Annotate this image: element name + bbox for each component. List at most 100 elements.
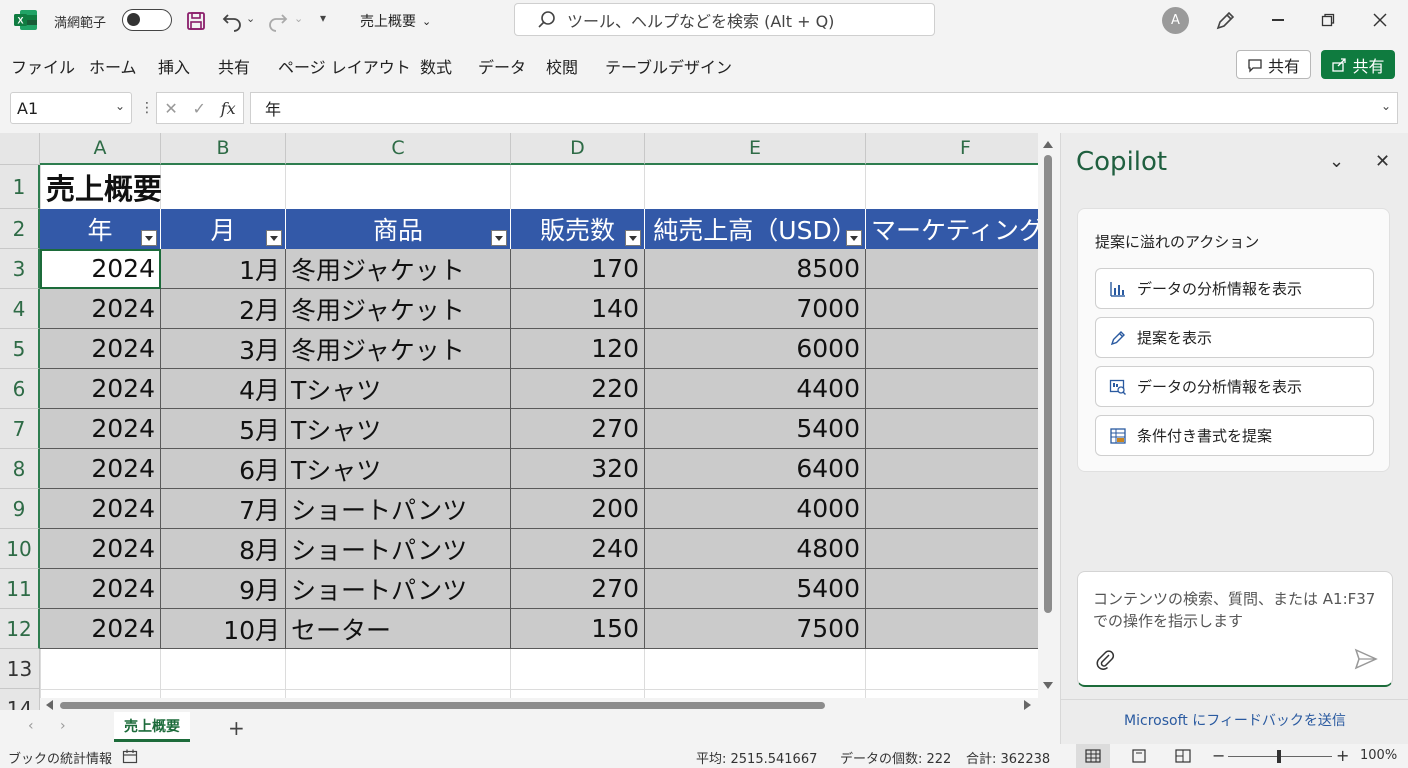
scroll-down-icon[interactable]: [1043, 682, 1053, 689]
column-header[interactable]: C: [286, 133, 511, 165]
column-header[interactable]: A: [40, 133, 161, 165]
filter-dropdown-icon[interactable]: [846, 230, 862, 246]
table-cell[interactable]: 240: [511, 529, 645, 569]
row-header[interactable]: 6: [0, 369, 40, 409]
row-header[interactable]: 4: [0, 289, 40, 329]
table-cell[interactable]: 冬用ジャケット: [286, 249, 511, 289]
confirm-icon[interactable]: ✓: [193, 99, 206, 118]
suggestion-show-insights-2[interactable]: データの分析情報を表示: [1095, 366, 1374, 407]
zoom-in-icon[interactable]: +: [1336, 746, 1349, 765]
table-cell[interactable]: [866, 609, 1038, 649]
table-cell[interactable]: 140: [511, 289, 645, 329]
menu-insert[interactable]: 挿入: [158, 54, 190, 78]
table-cell[interactable]: 2024: [40, 529, 161, 569]
table-header-cell[interactable]: 商品: [286, 209, 511, 249]
pen-icon[interactable]: [1213, 9, 1237, 33]
redo-icon[interactable]: [266, 9, 290, 33]
expand-formula-icon[interactable]: ⌄: [1381, 99, 1391, 113]
table-cell[interactable]: 8500: [645, 249, 866, 289]
table-cell[interactable]: ショートパンツ: [286, 529, 511, 569]
table-cell[interactable]: Tシャツ: [286, 449, 511, 489]
table-cell[interactable]: 10月: [161, 609, 286, 649]
table-cell[interactable]: [866, 449, 1038, 489]
table-header-cell[interactable]: マーケティング: [866, 209, 1038, 249]
table-cell[interactable]: [866, 369, 1038, 409]
table-cell[interactable]: 6月: [161, 449, 286, 489]
table-cell[interactable]: 2024: [40, 409, 161, 449]
sheet-tab-sales-summary[interactable]: 売上概要: [114, 712, 190, 742]
name-box[interactable]: A1 ⌄: [10, 92, 132, 124]
table-header-cell[interactable]: 純売上高（USD）: [645, 209, 866, 249]
filter-dropdown-icon[interactable]: [266, 230, 282, 246]
autosave-toggle[interactable]: [122, 9, 172, 31]
copilot-prompt-input[interactable]: コンテンツの検索、質問、または A1:F37 での操作を指示します: [1077, 571, 1393, 687]
table-cell[interactable]: [866, 409, 1038, 449]
vertical-scroll-thumb[interactable]: [1044, 155, 1052, 613]
table-cell[interactable]: 7500: [645, 609, 866, 649]
row-header[interactable]: 5: [0, 329, 40, 369]
table-cell[interactable]: 2024: [40, 369, 161, 409]
accessibility-icon[interactable]: [122, 749, 138, 764]
suggestion-show-suggestions[interactable]: 提案を表示: [1095, 317, 1374, 358]
filter-dropdown-icon[interactable]: [625, 230, 641, 246]
customize-toolbar-icon[interactable]: ▾: [320, 11, 326, 25]
table-cell[interactable]: セーター: [286, 609, 511, 649]
column-header[interactable]: B: [161, 133, 286, 165]
table-cell[interactable]: 270: [511, 569, 645, 609]
zoom-slider-thumb[interactable]: [1277, 750, 1281, 763]
table-cell[interactable]: Tシャツ: [286, 409, 511, 449]
zoom-level[interactable]: 100%: [1360, 748, 1397, 763]
table-cell[interactable]: 120: [511, 329, 645, 369]
close-icon[interactable]: [1370, 10, 1390, 30]
feedback-link[interactable]: Microsoft にフィードバックを送信: [1061, 710, 1408, 730]
avatar[interactable]: A: [1162, 7, 1189, 34]
table-cell[interactable]: 冬用ジャケット: [286, 289, 511, 329]
table-cell[interactable]: [866, 249, 1038, 289]
table-cell[interactable]: 4000: [645, 489, 866, 529]
menu-data[interactable]: データ: [478, 54, 526, 78]
row-header[interactable]: 7: [0, 409, 40, 449]
row-header[interactable]: 12: [0, 609, 40, 649]
next-sheet-icon[interactable]: ›: [60, 718, 66, 734]
paperclip-icon[interactable]: [1094, 648, 1116, 670]
row-header[interactable]: 8: [0, 449, 40, 489]
row-header[interactable]: 9: [0, 489, 40, 529]
table-cell[interactable]: 170: [511, 249, 645, 289]
active-cell[interactable]: 2024: [40, 249, 161, 289]
table-cell[interactable]: ショートパンツ: [286, 489, 511, 529]
table-cell[interactable]: [866, 289, 1038, 329]
scroll-right-icon[interactable]: [1024, 700, 1031, 710]
table-cell[interactable]: 270: [511, 409, 645, 449]
column-header[interactable]: D: [511, 133, 645, 165]
zoom-out-icon[interactable]: −: [1212, 746, 1225, 765]
copilot-collapse-icon[interactable]: ⌄: [1329, 151, 1344, 172]
select-all-corner[interactable]: [0, 133, 40, 165]
row-header[interactable]: 10: [0, 529, 40, 569]
row-header[interactable]: 2: [0, 209, 40, 249]
comments-share-button[interactable]: 共有: [1236, 50, 1311, 79]
table-cell[interactable]: 220: [511, 369, 645, 409]
table-cell[interactable]: Tシャツ: [286, 369, 511, 409]
table-cell[interactable]: 6000: [645, 329, 866, 369]
table-header-cell[interactable]: 販売数: [511, 209, 645, 249]
spreadsheet-grid[interactable]: A B C D E F 1 2 3 4 5 6 7 8 9 10 11 12 13 14 売上概要年月商品 販売数 純売上高…: [0, 133, 1038, 710]
table-cell[interactable]: 4800: [645, 529, 866, 569]
menu-review[interactable]: 校閲: [546, 54, 578, 78]
undo-icon[interactable]: [220, 9, 244, 33]
scroll-left-icon[interactable]: [46, 700, 53, 710]
table-cell[interactable]: 150: [511, 609, 645, 649]
table-cell[interactable]: 200: [511, 489, 645, 529]
table-cell[interactable]: 4400: [645, 369, 866, 409]
table-cell[interactable]: 4月: [161, 369, 286, 409]
share-button[interactable]: 共有: [1321, 50, 1395, 79]
table-cell[interactable]: 1月: [161, 249, 286, 289]
search-box[interactable]: ツール、ヘルプなどを検索 (Alt + Q): [514, 3, 935, 36]
vertical-scrollbar[interactable]: [1038, 133, 1058, 698]
table-cell[interactable]: 2024: [40, 489, 161, 529]
formula-input[interactable]: 年 ⌄: [250, 92, 1398, 124]
row-header[interactable]: 13: [0, 649, 40, 689]
send-icon[interactable]: [1354, 648, 1378, 670]
scroll-up-icon[interactable]: [1043, 141, 1053, 148]
restore-icon[interactable]: [1318, 10, 1338, 30]
menu-share[interactable]: 共有: [218, 54, 250, 78]
